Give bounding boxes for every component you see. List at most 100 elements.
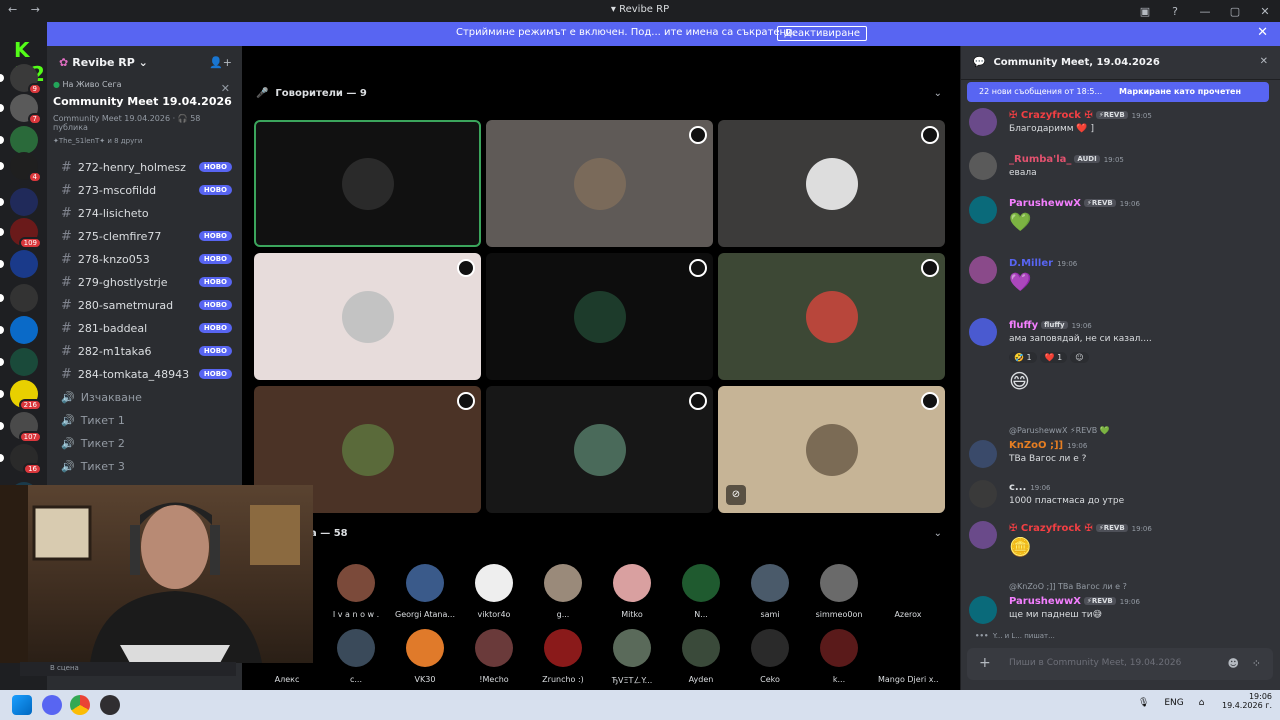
- message-composer[interactable]: + Пиши в Community Meet, 19.04.2026 ☻ ⁘: [967, 648, 1273, 680]
- server-icon[interactable]: 109: [10, 218, 42, 249]
- server-icon[interactable]: 16: [10, 444, 42, 475]
- audience-member[interactable]: Ayden: [671, 629, 731, 684]
- user-avatar[interactable]: [969, 318, 997, 346]
- channel-item[interactable]: #282-m1taka6 НОВО: [47, 340, 242, 363]
- audience-member[interactable]: VK30: [395, 629, 455, 684]
- reaction-chip[interactable]: ☺: [1070, 352, 1089, 363]
- server-icon[interactable]: [10, 284, 38, 312]
- speaker-tile[interactable]: [486, 120, 713, 247]
- username[interactable]: с...: [1009, 482, 1026, 493]
- audience-member[interactable]: viktor4o: [464, 564, 524, 619]
- server-icon[interactable]: 4: [10, 152, 42, 183]
- clock[interactable]: 19:06 19.4.2026 г.: [1222, 692, 1272, 710]
- discord-taskbar-icon[interactable]: [42, 695, 62, 715]
- server-icon[interactable]: 9: [10, 64, 42, 95]
- close-chat-icon[interactable]: ✕: [1260, 56, 1268, 67]
- audience-member[interactable]: Azerox: [878, 564, 938, 619]
- speaker-tile[interactable]: [718, 253, 945, 380]
- username[interactable]: ParushewwX: [1009, 198, 1081, 209]
- channel-item[interactable]: #275-clemfire77 НОВО: [47, 225, 242, 248]
- voice-channel-item[interactable]: 🔊 Тикет 2: [47, 432, 242, 455]
- audience-member[interactable]: Ceko: [740, 629, 800, 684]
- channel-item[interactable]: #278-knzo053 НОВО: [47, 248, 242, 271]
- maximize-button[interactable]: ▢: [1220, 5, 1250, 18]
- close-window-button[interactable]: ✕: [1250, 5, 1280, 18]
- server-icon[interactable]: 216: [10, 380, 42, 411]
- username[interactable]: fluffy: [1009, 320, 1038, 331]
- user-avatar[interactable]: [969, 256, 997, 284]
- user-avatar[interactable]: [969, 521, 997, 549]
- audience-member[interactable]: sami: [740, 564, 800, 619]
- emoji-icon[interactable]: ☻: [1228, 657, 1239, 670]
- server-icon[interactable]: [10, 126, 38, 154]
- obs-taskbar-icon[interactable]: [100, 695, 120, 715]
- audience-member[interactable]: I v a n o w .: [326, 564, 386, 619]
- deactivate-button[interactable]: Деактивиране: [777, 26, 868, 41]
- channel-item[interactable]: #281-baddeal НОВО: [47, 317, 242, 340]
- username[interactable]: ParushewwX: [1009, 596, 1081, 607]
- channel-item[interactable]: #284-tomkata_48943 НОВО: [47, 363, 242, 386]
- speaker-tile[interactable]: [486, 386, 713, 513]
- speaker-tile[interactable]: [254, 120, 481, 247]
- add-attachment-icon[interactable]: +: [979, 655, 991, 671]
- collapse-speakers-icon[interactable]: ⌄: [934, 88, 942, 99]
- apps-icon[interactable]: ⁘: [1252, 657, 1261, 670]
- channel-item[interactable]: #274-lisicheto: [47, 202, 242, 225]
- server-icon[interactable]: [10, 316, 38, 344]
- speaker-tile[interactable]: ⊘: [718, 386, 945, 513]
- voice-channel-item[interactable]: 🔊 Тикет 1: [47, 409, 242, 432]
- user-avatar[interactable]: [969, 108, 997, 136]
- help-icon[interactable]: ?: [1160, 5, 1190, 18]
- invite-icon[interactable]: 👤+: [209, 56, 232, 69]
- server-icon[interactable]: [10, 188, 38, 216]
- reply-preview[interactable]: @ParushewwX ⚡REVB 💚: [1009, 426, 1269, 435]
- banner-close-icon[interactable]: ✕: [1257, 25, 1268, 40]
- audience-member[interactable]: simmeo0on: [809, 564, 869, 619]
- speaker-tile[interactable]: [718, 120, 945, 247]
- event-close-icon[interactable]: ✕: [221, 82, 230, 95]
- windows-start-icon[interactable]: [12, 695, 32, 715]
- channel-item[interactable]: #272-henry_holmesz НОВО: [47, 156, 242, 179]
- reply-preview[interactable]: @KnZoO ;]] ТВа Вагос ли е ?: [1009, 582, 1269, 591]
- chrome-taskbar-icon[interactable]: [70, 695, 90, 715]
- voice-channel-item[interactable]: 🔊 Изчакване: [47, 386, 242, 409]
- audience-member[interactable]: N...: [671, 564, 731, 619]
- language-indicator[interactable]: ENG: [1164, 698, 1183, 708]
- user-avatar[interactable]: [969, 596, 997, 624]
- user-avatar[interactable]: [969, 152, 997, 180]
- wifi-icon[interactable]: ⌂: [1199, 698, 1205, 708]
- username[interactable]: ✠ Crazyfrock ✠: [1009, 523, 1093, 534]
- speaker-tile[interactable]: [254, 253, 481, 380]
- user-avatar[interactable]: [969, 196, 997, 224]
- channel-item[interactable]: #273-mscofildd НОВО: [47, 179, 242, 202]
- channel-item[interactable]: #279-ghostlystrje НОВО: [47, 271, 242, 294]
- server-icon[interactable]: 107: [10, 412, 42, 443]
- reaction-chip[interactable]: ❤️ 1: [1039, 352, 1068, 363]
- mark-read-button[interactable]: Маркиране като прочетен: [1119, 87, 1241, 96]
- collapse-audience-icon[interactable]: ⌄: [934, 528, 942, 539]
- audience-member[interactable]: !Mecho: [464, 629, 524, 684]
- username[interactable]: ✠ Crazyfrock ✠: [1009, 110, 1093, 121]
- live-event-card[interactable]: ● На Живо Сега Community Meet 19.04.2026…: [53, 80, 236, 145]
- server-icon[interactable]: [10, 250, 38, 278]
- audience-member[interactable]: ЂVΞTㄥY...: [602, 629, 662, 686]
- audience-member[interactable]: g...: [533, 564, 593, 619]
- audience-member[interactable]: Mango Djeri x...: [878, 629, 938, 684]
- username[interactable]: _Rumbа'lа_: [1009, 154, 1071, 165]
- inbox-button[interactable]: ▣: [1130, 5, 1160, 18]
- user-avatar[interactable]: [969, 440, 997, 468]
- username[interactable]: KnZoO ;]]: [1009, 440, 1063, 451]
- new-messages-bar[interactable]: 22 нови съобщения от 18:5... Маркиране к…: [967, 82, 1269, 102]
- reaction-chip[interactable]: 🤣 1: [1009, 352, 1037, 363]
- voice-channel-item[interactable]: 🔊 Тикет 3: [47, 455, 242, 478]
- server-name[interactable]: ✿ Revibe RP ⌄: [59, 56, 148, 69]
- server-icon[interactable]: 7: [10, 94, 42, 125]
- username[interactable]: D.Miller: [1009, 258, 1053, 269]
- audience-member[interactable]: с...: [326, 629, 386, 684]
- minimize-button[interactable]: —: [1190, 5, 1220, 18]
- audience-member[interactable]: Mitko: [602, 564, 662, 619]
- speaker-tile[interactable]: [486, 253, 713, 380]
- audience-member[interactable]: Georgi Atana...: [395, 564, 455, 619]
- server-icon[interactable]: [10, 348, 38, 376]
- channel-item[interactable]: #280-sametmurad НОВО: [47, 294, 242, 317]
